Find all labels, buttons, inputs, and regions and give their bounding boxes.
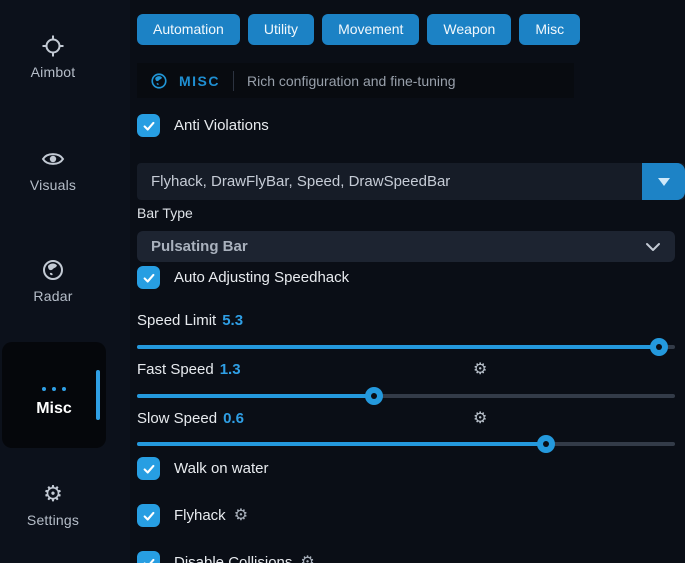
gear-icon[interactable]: ⚙ [473, 411, 487, 427]
checkbox-label: Flyhack [174, 507, 226, 524]
sidebar-item-label: Visuals [30, 177, 76, 193]
slider-name: Slow Speed [137, 410, 217, 427]
checkbox-flyhack[interactable]: Flyhack ⚙ [137, 504, 248, 527]
sidebar-item-label: Radar [33, 288, 72, 304]
checkbox-checked-icon[interactable] [137, 114, 160, 137]
tab-bar: Automation Utility Movement Weapon Misc [137, 14, 580, 45]
section-header: MISC Rich configuration and fine-tuning [137, 63, 574, 98]
gear-icon[interactable]: ⚙ [473, 362, 487, 378]
ellipsis-icon [2, 378, 106, 396]
checkbox-label: Auto Adjusting Speedhack [174, 269, 349, 286]
main-panel: Automation Utility Movement Weapon Misc … [130, 0, 685, 563]
checkbox-checked-icon[interactable] [137, 551, 160, 563]
tab-misc[interactable]: Misc [519, 14, 580, 45]
bar-multi-select[interactable]: Flyhack, DrawFlyBar, Speed, DrawSpeedBar [137, 163, 685, 200]
checkbox-label: Disable Collisions [174, 554, 292, 563]
dropdown-button[interactable] [642, 163, 685, 200]
gear-icon[interactable]: ⚙ [300, 555, 314, 563]
cheat-menu-window: Aimbot Visuals Radar Mi [0, 0, 685, 563]
divider [233, 71, 234, 91]
checkbox-anti-violations[interactable]: Anti Violations [137, 114, 269, 137]
slider-name: Fast Speed [137, 361, 214, 378]
triangle-down-icon [658, 178, 670, 186]
tab-automation[interactable]: Automation [137, 14, 240, 45]
slider-value: 0.6 [223, 410, 244, 427]
bar-type-select[interactable]: Pulsating Bar [137, 231, 675, 262]
globe-icon [41, 258, 65, 282]
checkbox-checked-icon[interactable] [137, 266, 160, 289]
bar-type-value: Pulsating Bar [137, 238, 645, 255]
sidebar-item-label: Settings [27, 512, 79, 528]
checkbox-label: Anti Violations [174, 117, 269, 134]
slider-fast-speed[interactable] [137, 387, 675, 405]
section-title: MISC [179, 73, 220, 89]
slider-label-slow-speed: Slow Speed 0.6 [137, 410, 244, 427]
sidebar-item-visuals[interactable]: Visuals [0, 147, 106, 195]
chevron-down-icon [645, 242, 661, 252]
sidebar-item-label: Aimbot [31, 64, 76, 80]
sidebar-item-misc[interactable]: Misc [2, 342, 106, 448]
slider-fill [137, 345, 659, 349]
checkbox-checked-icon[interactable] [137, 504, 160, 527]
slider-slow-speed[interactable] [137, 435, 675, 453]
slider-value: 1.3 [220, 361, 241, 378]
checkbox-walk-on-water[interactable]: Walk on water [137, 457, 268, 480]
sidebar-item-aimbot[interactable]: Aimbot [0, 34, 106, 82]
slider-handle[interactable] [537, 435, 555, 453]
slider-label-fast-speed: Fast Speed 1.3 [137, 361, 241, 378]
checkbox-label: Walk on water [174, 460, 268, 477]
checkbox-checked-icon[interactable] [137, 457, 160, 480]
tab-utility[interactable]: Utility [248, 14, 314, 45]
tab-weapon[interactable]: Weapon [427, 14, 511, 45]
crosshair-icon [41, 34, 65, 58]
slider-fill [137, 442, 546, 446]
sidebar: Aimbot Visuals Radar Mi [0, 0, 130, 563]
globe-icon [150, 72, 168, 90]
slider-name: Speed Limit [137, 312, 216, 329]
sidebar-item-radar[interactable]: Radar [0, 258, 106, 306]
slider-label-speed-limit: Speed Limit 5.3 [137, 312, 243, 329]
eye-icon [41, 147, 65, 171]
gear-icon: ⚙ [41, 482, 65, 506]
slider-handle[interactable] [650, 338, 668, 356]
sidebar-item-label: Misc [2, 400, 106, 418]
bar-type-label: Bar Type [137, 205, 193, 221]
sidebar-item-settings[interactable]: ⚙ Settings [0, 482, 106, 530]
slider-handle[interactable] [365, 387, 383, 405]
tab-movement[interactable]: Movement [322, 14, 419, 45]
multi-select-value: Flyhack, DrawFlyBar, Speed, DrawSpeedBar [137, 173, 450, 190]
slider-speed-limit[interactable] [137, 338, 675, 356]
slider-value: 5.3 [222, 312, 243, 329]
slider-fill [137, 394, 374, 398]
gear-icon[interactable]: ⚙ [234, 508, 248, 524]
checkbox-auto-adjusting-speedhack[interactable]: Auto Adjusting Speedhack [137, 266, 349, 289]
section-subtitle: Rich configuration and fine-tuning [247, 73, 456, 89]
checkbox-disable-collisions[interactable]: Disable Collisions ⚙ [137, 551, 315, 563]
active-indicator [96, 370, 100, 420]
